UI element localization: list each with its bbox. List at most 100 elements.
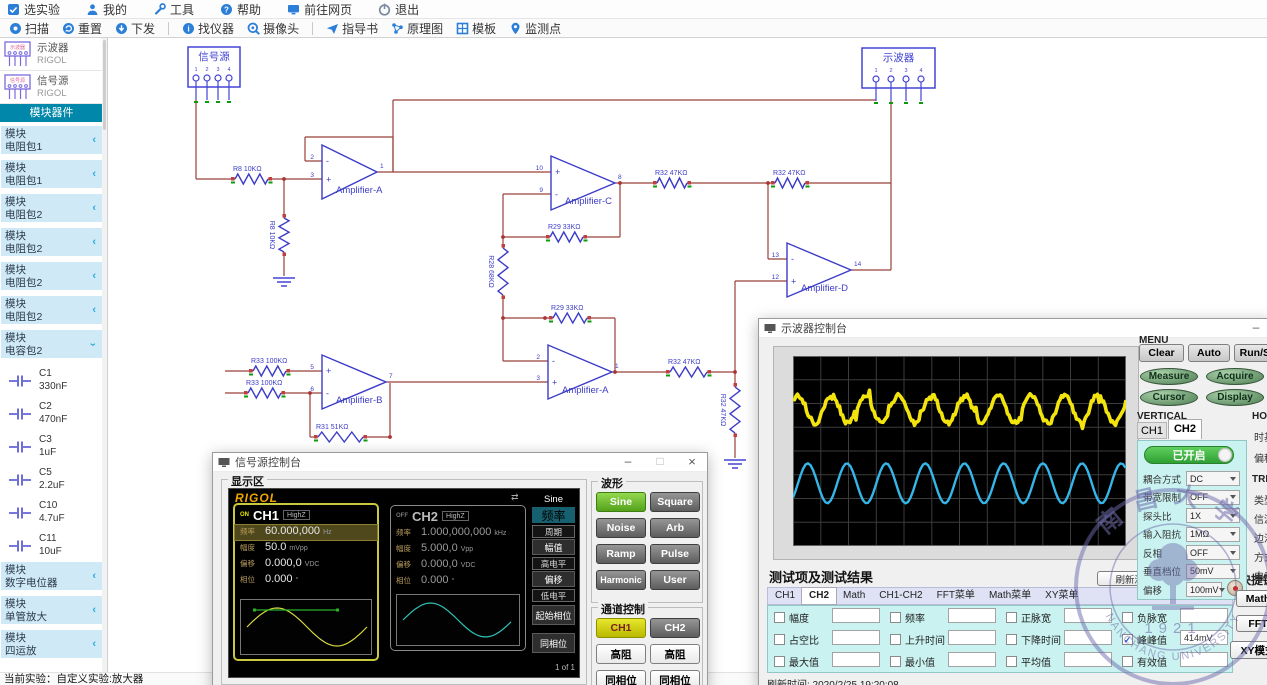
channel-button-CH1-0[interactable]: CH1: [596, 618, 646, 638]
resistor[interactable]: R8 10KΩ: [231, 166, 273, 184]
resistor[interactable]: R33 100KΩ: [249, 358, 291, 376]
chevron-left-icon[interactable]: ‹: [92, 236, 96, 249]
softkey-幅值[interactable]: 幅值: [532, 539, 575, 555]
toolbar-item-guide-book[interactable]: 指导书: [326, 20, 378, 37]
chevron-left-icon[interactable]: ‹: [92, 304, 96, 317]
sidebar-item-电阻包1[interactable]: 模块电阻包1‹: [1, 160, 102, 188]
measure-value-下降时间[interactable]: [1064, 630, 1112, 645]
menu-item-tools[interactable]: 工具: [153, 1, 194, 18]
checkbox-幅度[interactable]: [774, 612, 785, 623]
softkey-同相位[interactable]: 同相位: [532, 633, 575, 653]
sidebar-item-电阻包2[interactable]: 模块电阻包2‹: [1, 194, 102, 222]
menu-item-exit[interactable]: 退出: [378, 1, 419, 18]
checkbox-上升时间[interactable]: [890, 634, 901, 645]
scrollbar-thumb[interactable]: [103, 40, 106, 130]
softkey-低电平[interactable]: 低电平: [532, 589, 575, 602]
setting-select-垂直档位[interactable]: 50mV: [1186, 564, 1240, 579]
measure-tab-CH2[interactable]: CH2: [802, 588, 836, 604]
capacitor-item-C11[interactable]: C1110uF: [0, 529, 103, 562]
sidebar-item-单管放大[interactable]: 模块单管放大‹: [1, 596, 102, 624]
scope-button-Clear[interactable]: Clear: [1139, 344, 1184, 362]
channel-button-CH2-1[interactable]: CH2: [650, 618, 700, 638]
scope-oval-button-Display[interactable]: Display: [1206, 389, 1264, 406]
signal-window-titlebar[interactable]: 信号源控制台 – □ ×: [213, 453, 707, 472]
measure-value-幅度[interactable]: [832, 608, 880, 623]
checkbox-占空比[interactable]: [774, 634, 785, 645]
resistor-vertical[interactable]: R32 47KΩ: [719, 383, 740, 437]
checkbox-频率[interactable]: [890, 612, 901, 623]
resistor[interactable]: R29 33KΩ: [549, 305, 592, 323]
waveform-button-Pulse[interactable]: Pulse: [650, 544, 700, 564]
shortcut-button-Math[interactable]: Math: [1236, 590, 1267, 607]
sidebar-item-电阻包2[interactable]: 模块电阻包2‹: [1, 228, 102, 256]
waveform-button-Noise[interactable]: Noise: [596, 518, 646, 538]
measure-tab-XY菜单[interactable]: XY菜单: [1038, 588, 1085, 604]
softkey-起始相位[interactable]: 起始相位: [532, 605, 575, 625]
chevron-left-icon[interactable]: ‹: [92, 604, 96, 617]
amplifier-Amplifier-B[interactable]: +-567Amplifier-B: [310, 355, 393, 409]
measure-tab-FFT菜单[interactable]: FFT菜单: [930, 588, 982, 604]
scope-window-titlebar[interactable]: 示波器控制台 –: [759, 319, 1267, 338]
setting-select-带宽限制[interactable]: OFF: [1186, 490, 1240, 505]
waveform-button-Ramp[interactable]: Ramp: [596, 544, 646, 564]
chevron-left-icon[interactable]: ‹: [92, 168, 96, 181]
channel-button-高阻-2[interactable]: 高阻: [596, 644, 646, 664]
softkey-频率[interactable]: 频率: [532, 507, 575, 523]
toolbar-item-monitor-point[interactable]: 监测点: [509, 20, 561, 37]
setting-select-探头比[interactable]: 1X: [1186, 508, 1240, 523]
amplifier-Amplifier-D[interactable]: -+131214Amplifier-D: [772, 243, 862, 297]
scope-oval-button-Acquire[interactable]: Acquire: [1206, 368, 1264, 385]
channel-button-高阻-3[interactable]: 高阻: [650, 644, 700, 664]
waveform-button-Harmonic[interactable]: Harmonic: [596, 570, 646, 590]
channel-button-同相位-4[interactable]: 同相位: [596, 670, 646, 685]
toolbar-item-send-down[interactable]: 下发: [115, 20, 155, 37]
waveform-button-Arb[interactable]: Arb: [650, 518, 700, 538]
sidebar-item-电容包2[interactable]: 模块电容包2‹: [1, 330, 102, 358]
amplifier-Amplifier-A[interactable]: -+231Amplifier-A: [310, 145, 384, 199]
scope-oval-button-Cursor[interactable]: Cursor: [1140, 389, 1198, 406]
measure-value-最大值[interactable]: [832, 652, 880, 667]
chevron-down-icon[interactable]: ‹: [88, 343, 101, 347]
measure-value-频率[interactable]: [948, 608, 996, 623]
sidebar-item-电阻包1[interactable]: 模块电阻包1‹: [1, 126, 102, 154]
measure-tab-Math菜单[interactable]: Math菜单: [982, 588, 1038, 604]
capacitor-item-C5[interactable]: C52.2uF: [0, 463, 103, 496]
channel-button-同相位-5[interactable]: 同相位: [650, 670, 700, 685]
waveform-button-Sine[interactable]: Sine: [596, 492, 646, 512]
scope-oval-button-Measure[interactable]: Measure: [1140, 368, 1198, 385]
amplifier-Amplifier-C[interactable]: +-1098Amplifier-C: [536, 156, 622, 210]
shortcut-button-XY模式[interactable]: XY模式: [1230, 641, 1267, 659]
scope-button-Run/Stop[interactable]: Run/Stop: [1234, 344, 1267, 362]
checkbox-正脉宽[interactable]: [1006, 612, 1017, 623]
measure-tab-CH1-CH2[interactable]: CH1-CH2: [872, 588, 929, 604]
shortcut-button-FFT[interactable]: FFT: [1236, 615, 1267, 632]
toolbar-item-template[interactable]: 模板: [456, 20, 496, 37]
minimize-button[interactable]: –: [613, 453, 643, 472]
measure-tab-Math[interactable]: Math: [836, 588, 872, 604]
toolbar-item-camera[interactable]: 摄像头: [247, 20, 299, 37]
measure-value-最小值[interactable]: [948, 652, 996, 667]
setting-select-反相[interactable]: OFF: [1186, 545, 1240, 560]
close-button[interactable]: ×: [677, 453, 707, 472]
resistor[interactable]: R33 100KΩ: [244, 380, 286, 398]
measure-value-正脉宽[interactable]: [1064, 608, 1112, 623]
softkey-偏移[interactable]: 偏移: [532, 571, 575, 587]
minimize-button[interactable]: –: [1241, 319, 1267, 338]
vertical-tab-CH1[interactable]: CH1: [1137, 422, 1167, 439]
sidebar-instrument-oscilloscope[interactable]: 示波器示波器RIGOL: [0, 38, 107, 71]
chevron-left-icon[interactable]: ‹: [92, 134, 96, 147]
resistor[interactable]: R32 47KΩ: [771, 170, 810, 188]
menu-item-mine[interactable]: 我的: [86, 1, 127, 18]
scope-button-Auto[interactable]: Auto: [1188, 344, 1230, 362]
measure-value-上升时间[interactable]: [948, 630, 996, 645]
setting-select-偏移[interactable]: 100mV: [1186, 582, 1222, 597]
menu-item-select-experiment[interactable]: 选实验: [7, 1, 60, 18]
sidebar-item-数字电位器[interactable]: 模块数字电位器‹: [1, 562, 102, 590]
resistor-vertical[interactable]: R28 68KΩ: [487, 244, 508, 299]
softkey-高电平[interactable]: 高电平: [532, 557, 575, 570]
measure-value-峰峰值[interactable]: 414mV: [1180, 630, 1228, 645]
resistor-vertical[interactable]: R8 10KΩ: [268, 214, 289, 256]
amplifier-Amplifier-A[interactable]: -+231Amplifier-A: [536, 345, 619, 399]
sidebar-item-四运放[interactable]: 模块四运放‹: [1, 630, 102, 658]
sidebar-scrollbar[interactable]: [102, 38, 107, 672]
